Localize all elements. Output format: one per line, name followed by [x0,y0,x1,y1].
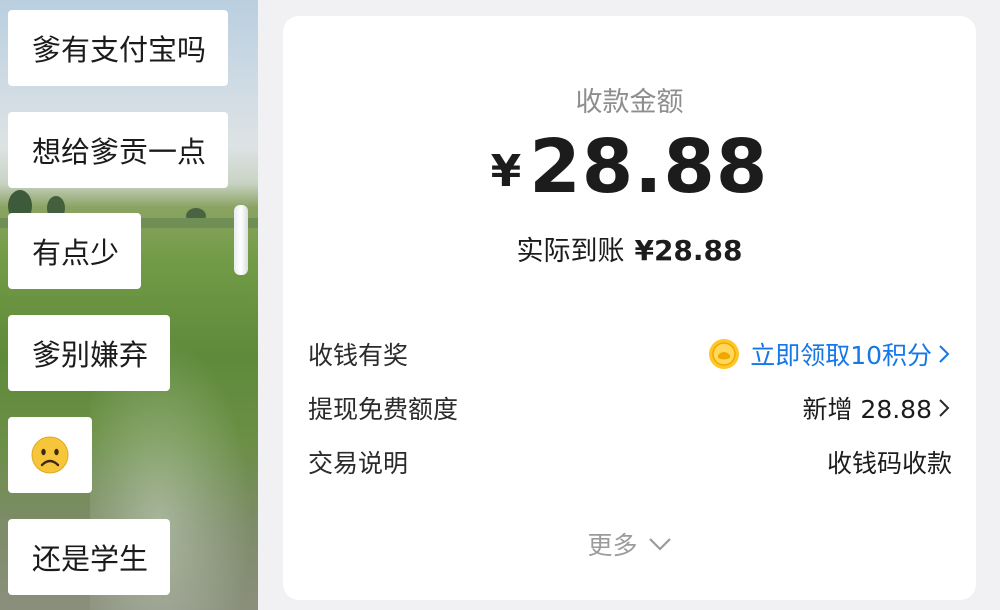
chat-panel: 爹有支付宝吗 想给爹贡一点 有点少 爹别嫌弃 还是学生 [0,0,258,610]
chevron-right-icon [939,345,950,363]
free-withdraw-label: 提现免费额度 [308,395,459,424]
more-button[interactable]: 更多 [283,526,976,562]
free-withdraw-text: 新增 28.88 [802,395,932,424]
transaction-note-row: 交易说明 收钱码收款 [308,442,952,482]
chat-bubble-text: 还是学生 [32,542,149,576]
received-amount: 实际到账 ¥28.88 [283,229,976,268]
chat-bubble-text: 有点少 [32,236,120,270]
chat-bubble-text: 爹别嫌弃 [32,338,149,372]
chat-bubble[interactable]: 爹别嫌弃 [8,315,171,391]
reward-label: 收钱有奖 [308,341,409,370]
chat-bubble-emoji[interactable] [8,417,92,493]
chevron-down-icon [648,538,671,551]
coin-icon [709,339,740,369]
receipt-card: 收款金额 ¥28.88 实际到账 ¥28.88 收钱有奖 立即领取10积分 提现免… [283,16,976,600]
amount-display: ¥28.88 [283,124,976,210]
chat-bubble[interactable]: 有点少 [8,213,142,289]
more-label: 更多 [587,531,638,560]
claim-points-link[interactable]: 立即领取10积分 [708,336,952,372]
background-object [234,205,248,275]
transaction-note-value: 收钱码收款 [826,449,952,478]
free-withdraw-value[interactable]: 新增 28.88 [802,390,952,426]
chat-bubble[interactable]: 还是学生 [8,519,171,595]
transaction-note-label: 交易说明 [308,449,409,478]
chevron-right-icon [939,399,950,417]
currency-symbol: ¥ [490,146,522,197]
chat-bubble[interactable]: 爹有支付宝吗 [8,10,229,86]
chat-bubble-text: 想给爹贡一点 [32,135,207,169]
free-withdraw-row[interactable]: 提现免费额度 新增 28.88 [308,388,952,428]
chat-bubble-text: 爹有支付宝吗 [32,33,207,67]
received-value: ¥28.88 [634,234,743,267]
frowning-face-emoji-icon [31,436,69,474]
received-label: 实际到账 [516,236,625,267]
amount-value: 28.88 [529,124,769,210]
claim-points-text: 立即领取10积分 [750,341,932,370]
reward-row[interactable]: 收钱有奖 立即领取10积分 [308,334,952,374]
chat-bubble[interactable]: 想给爹贡一点 [8,112,229,188]
amount-title: 收款金额 [575,87,684,118]
